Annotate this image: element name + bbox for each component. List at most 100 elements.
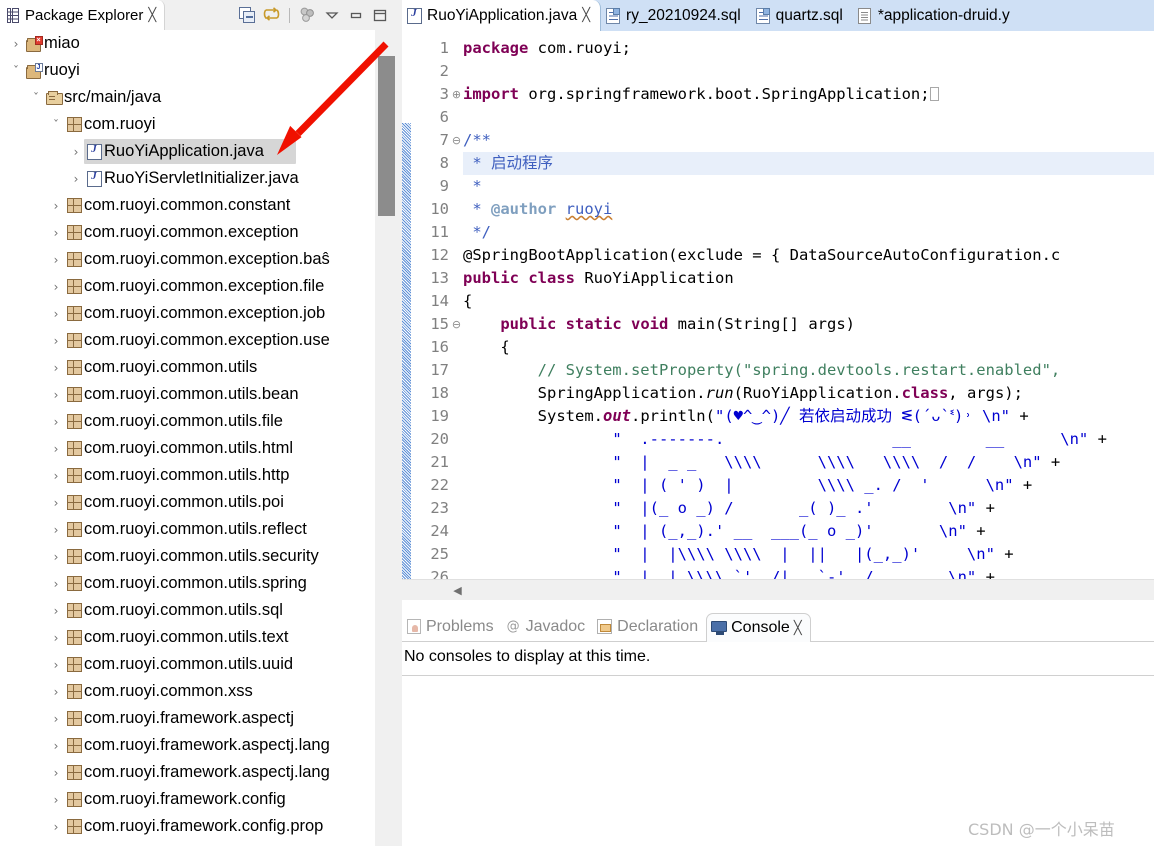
project-tree[interactable]: ›×miaoˇJruoyiˇsrc/main/javaˇcom.ruoyi›Ru… xyxy=(0,30,375,846)
code-line[interactable]: System.out.println("(♥^‿^)╱ 若依启动成功 ᓬ(´ᴗ`… xyxy=(463,405,1029,428)
tree-twisty-icon[interactable]: › xyxy=(48,281,64,293)
bottom-panel-tab[interactable]: @ Javadoc xyxy=(502,612,594,641)
bottom-panel-tab[interactable]: Console ╳ xyxy=(706,613,811,642)
view-menu-icon[interactable] xyxy=(321,5,342,25)
editor-tab[interactable]: ry_20210924.sql xyxy=(601,0,751,31)
tree-item[interactable]: › × miao xyxy=(0,30,375,57)
code-line[interactable]: " | (_,_).' __ ___(_ o _)' \n" + xyxy=(463,520,985,543)
tree-item[interactable]: › com.ruoyi.common.utils.http xyxy=(0,462,375,489)
tree-item[interactable]: › com.ruoyi.common.utils.poi xyxy=(0,489,375,516)
close-icon[interactable]: ╳ xyxy=(794,622,802,635)
fold-toggle-icon[interactable]: ⊕ xyxy=(451,83,462,106)
code-line[interactable]: * xyxy=(463,175,481,198)
tree-twisty-icon[interactable]: › xyxy=(48,470,64,482)
tree-item[interactable]: › com.ruoyi.common.exception xyxy=(0,219,375,246)
code-line[interactable]: " | ( ' ) | \\\\ _. / ' \n" + xyxy=(463,474,1032,497)
tree-item[interactable]: › com.ruoyi.common.utils.file xyxy=(0,408,375,435)
tree-twisty-icon[interactable]: ˇ xyxy=(28,92,44,104)
source-text[interactable]: package com.ruoyi; import org.springframe… xyxy=(463,31,1154,579)
tree-twisty-icon[interactable]: › xyxy=(48,821,64,833)
tree-twisty-icon[interactable]: › xyxy=(48,632,64,644)
code-line[interactable]: * @author ruoyi xyxy=(463,198,612,221)
code-line[interactable]: " .-------. __ __ \n" + xyxy=(463,428,1107,451)
tree-item[interactable]: › com.ruoyi.common.utils xyxy=(0,354,375,381)
minimize-icon[interactable] xyxy=(345,5,366,25)
tree-twisty-icon[interactable]: › xyxy=(48,362,64,374)
tree-item[interactable]: › com.ruoyi.framework.aspectj xyxy=(0,705,375,732)
tree-twisty-icon[interactable]: › xyxy=(48,524,64,536)
tree-twisty-icon[interactable]: › xyxy=(48,713,64,725)
code-line[interactable]: " | |\\\\ \\\\ | || |(_,_)' \n" + xyxy=(463,543,1013,566)
tree-twisty-icon[interactable]: › xyxy=(48,416,64,428)
tree-item[interactable]: › com.ruoyi.common.exception.use xyxy=(0,327,375,354)
tree-item[interactable]: › com.ruoyi.framework.config.prop xyxy=(0,813,375,840)
close-icon[interactable]: ╳ xyxy=(582,9,590,22)
code-line[interactable]: public static void main(String[] args) xyxy=(463,313,855,336)
tree-item[interactable]: › com.ruoyi.common.utils.spring xyxy=(0,570,375,597)
tree-twisty-icon[interactable]: › xyxy=(48,497,64,509)
code-line[interactable]: import org.springframework.boot.SpringAp… xyxy=(463,83,939,106)
code-line[interactable]: { xyxy=(463,290,472,313)
code-line[interactable]: */ xyxy=(463,221,491,244)
tree-twisty-icon[interactable]: › xyxy=(48,551,64,563)
tree-item[interactable]: › com.ruoyi.common.exception.file xyxy=(0,273,375,300)
tree-item[interactable]: ˇ Jruoyi xyxy=(0,57,375,84)
tree-twisty-icon[interactable]: › xyxy=(48,740,64,752)
tree-item[interactable]: › RuoYiServletInitializer.java xyxy=(0,165,375,192)
tree-item[interactable]: › com.ruoyi.framework.aspectj.lang xyxy=(0,732,375,759)
view-filters-icon[interactable] xyxy=(297,5,318,25)
tree-item[interactable]: › com.ruoyi.framework.aspectj.lang xyxy=(0,759,375,786)
fold-toggle-icon[interactable]: ⊖ xyxy=(451,129,462,152)
code-line[interactable]: public class RuoYiApplication xyxy=(463,267,734,290)
tree-item[interactable]: › com.ruoyi.common.utils.sql xyxy=(0,597,375,624)
maximize-icon[interactable] xyxy=(369,5,390,25)
tree-twisty-icon[interactable]: › xyxy=(48,443,64,455)
tree-item[interactable]: › com.ruoyi.common.exception.job xyxy=(0,300,375,327)
tree-item[interactable]: › com.ruoyi.common.utils.reflect xyxy=(0,516,375,543)
code-line[interactable]: // System.setProperty("spring.devtools.r… xyxy=(463,359,1061,382)
code-line[interactable]: SpringApplication.run(RuoYiApplication.c… xyxy=(463,382,1023,405)
fold-toggle-icon[interactable]: ⊖ xyxy=(451,313,462,336)
tree-twisty-icon[interactable]: › xyxy=(48,767,64,779)
tree-twisty-icon[interactable]: › xyxy=(8,38,24,50)
tree-twisty-icon[interactable]: › xyxy=(48,200,64,212)
code-line[interactable]: " |(_ o _) / _( )_ .' \n" + xyxy=(463,497,995,520)
collapse-all-icon[interactable] xyxy=(237,5,258,25)
tree-twisty-icon[interactable]: › xyxy=(48,335,64,347)
tree-twisty-icon[interactable]: › xyxy=(48,227,64,239)
code-line[interactable]: { xyxy=(463,336,509,359)
tree-item[interactable]: › com.ruoyi.common.constant xyxy=(0,192,375,219)
tree-twisty-icon[interactable]: › xyxy=(48,308,64,320)
code-line[interactable]: @SpringBootApplication(exclude = { DataS… xyxy=(463,244,1060,267)
tree-item[interactable]: ˇ src/main/java xyxy=(0,84,375,111)
code-line[interactable]: * 启动程序 xyxy=(463,152,1154,175)
tree-item[interactable]: › com.ruoyi.common.utils.bean xyxy=(0,381,375,408)
tree-twisty-icon[interactable]: › xyxy=(68,173,84,185)
tree-item-selected[interactable]: › RuoYiApplication.java xyxy=(0,138,375,165)
tree-twisty-icon[interactable]: › xyxy=(48,659,64,671)
java-source-editor[interactable]: 1 2 3 ⊕ 6 7 ⊖ 8 9 10 11 12 13 14 15 ⊖ 16 17 18 19 20 21 22 23 24… xyxy=(402,31,1154,579)
link-with-editor-icon[interactable] xyxy=(261,5,282,25)
tree-twisty-icon[interactable]: › xyxy=(48,254,64,266)
tree-twisty-icon[interactable]: › xyxy=(48,389,64,401)
bottom-panel-tab[interactable]: Problems xyxy=(402,612,502,641)
explorer-vertical-scrollbar[interactable] xyxy=(375,30,398,846)
tree-twisty-icon[interactable]: › xyxy=(48,605,64,617)
tree-twisty-icon[interactable]: ˇ xyxy=(8,65,24,77)
scroll-left-icon[interactable]: ◀ xyxy=(450,583,465,598)
tree-twisty-icon[interactable]: › xyxy=(48,686,64,698)
tree-twisty-icon[interactable]: ˇ xyxy=(48,119,64,131)
code-line[interactable]: package com.ruoyi; xyxy=(463,37,631,60)
tree-twisty-icon[interactable]: › xyxy=(48,578,64,590)
bottom-panel-tab[interactable]: Declaration xyxy=(593,612,706,641)
editor-tab[interactable]: quartz.sql xyxy=(751,0,853,31)
tree-item[interactable]: › com.ruoyi.common.utils.uuid xyxy=(0,651,375,678)
tree-item[interactable]: ˇ com.ruoyi xyxy=(0,111,375,138)
code-line[interactable]: " | | \\\\ `' /| `-' / \n" + xyxy=(463,566,995,579)
scrollbar-thumb[interactable] xyxy=(378,56,395,216)
tree-item[interactable]: › com.ruoyi.common.xss xyxy=(0,678,375,705)
editor-tab[interactable]: RuoYiApplication.java ╳ xyxy=(402,0,602,31)
editor-tab[interactable]: *application-druid.y xyxy=(853,0,1020,31)
code-line[interactable]: /** xyxy=(463,129,491,152)
tree-item[interactable]: › com.ruoyi.common.utils.html xyxy=(0,435,375,462)
